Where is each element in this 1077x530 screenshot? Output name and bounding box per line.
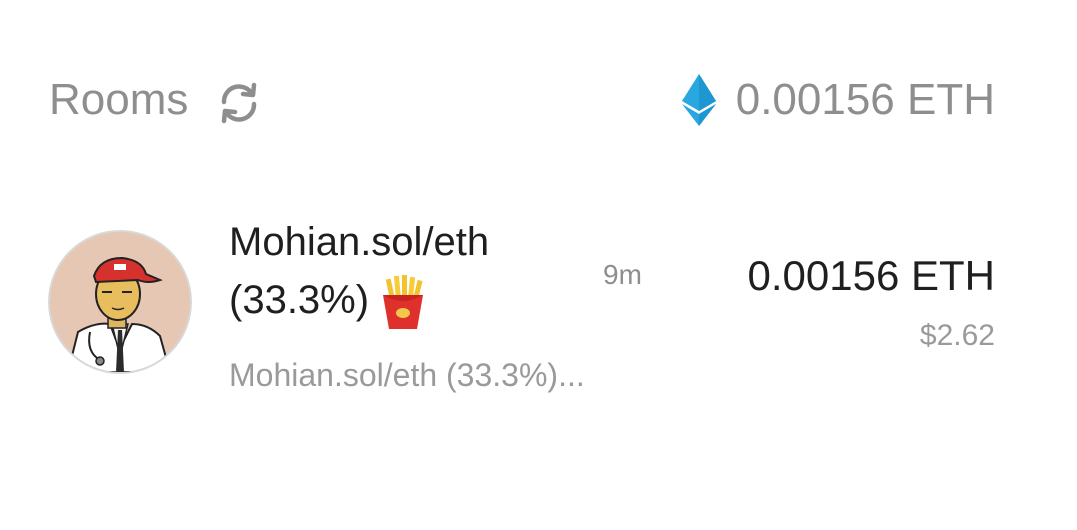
room-name: Mohian.sol/eth (33.3%) [229,213,589,330]
french-fries-icon [383,275,424,330]
room-name-line2: (33.3%) [229,278,370,322]
refresh-button[interactable] [214,78,264,128]
room-timestamp: 9m [603,259,642,290]
room-list-item[interactable]: Mohian.sol/eth (33.3%) Mohian.sol/eth (3… [0,205,1077,405]
room-eth-amount: 0.00156 ETH [747,252,996,299]
refresh-icon [221,82,257,124]
doctor-avatar-icon [50,232,190,372]
room-last-message: Mohian.sol/eth (33.3%)... [229,357,585,393]
avatar[interactable] [48,230,192,374]
balance-amount: 0.00156 ETH [735,75,995,124]
header: Rooms 0.00156 ETH [0,0,1077,200]
page-title: Rooms [49,75,189,124]
ethereum-icon [681,74,716,126]
room-usd-amount: $2.62 [919,319,995,352]
wallet-balance[interactable]: 0.00156 ETH [681,72,995,128]
room-name-line1: Mohian.sol/eth [229,220,490,264]
